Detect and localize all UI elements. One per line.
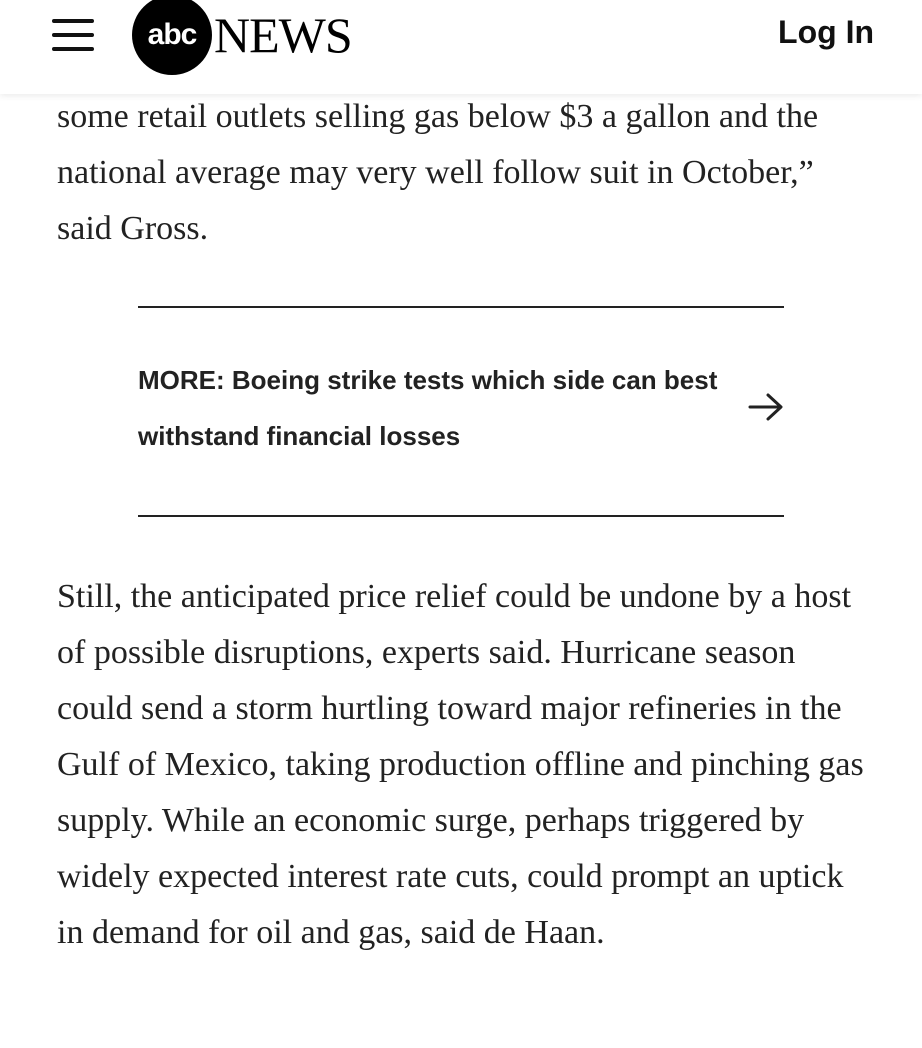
arrow-right-icon <box>748 393 783 421</box>
abc-logo-mark: abc <box>132 0 212 75</box>
article-paragraph: Still, the anticipated price relief coul… <box>57 578 864 951</box>
news-logo-word: NEWS <box>214 7 353 63</box>
abc-news-logo[interactable]: abc NEWS <box>132 0 353 75</box>
login-button[interactable]: Log In <box>778 14 874 51</box>
divider-top <box>138 306 784 308</box>
hamburger-menu-icon[interactable] <box>52 19 96 53</box>
site-header: abc NEWS Log In <box>0 0 922 94</box>
more-link-text: MORE: Boeing strike tests which side can… <box>138 365 718 451</box>
article-paragraph: some retail outlets selling gas below $3… <box>57 98 819 247</box>
divider-bottom <box>138 515 784 517</box>
more-related-link[interactable]: MORE: Boeing strike tests which side can… <box>138 352 784 462</box>
